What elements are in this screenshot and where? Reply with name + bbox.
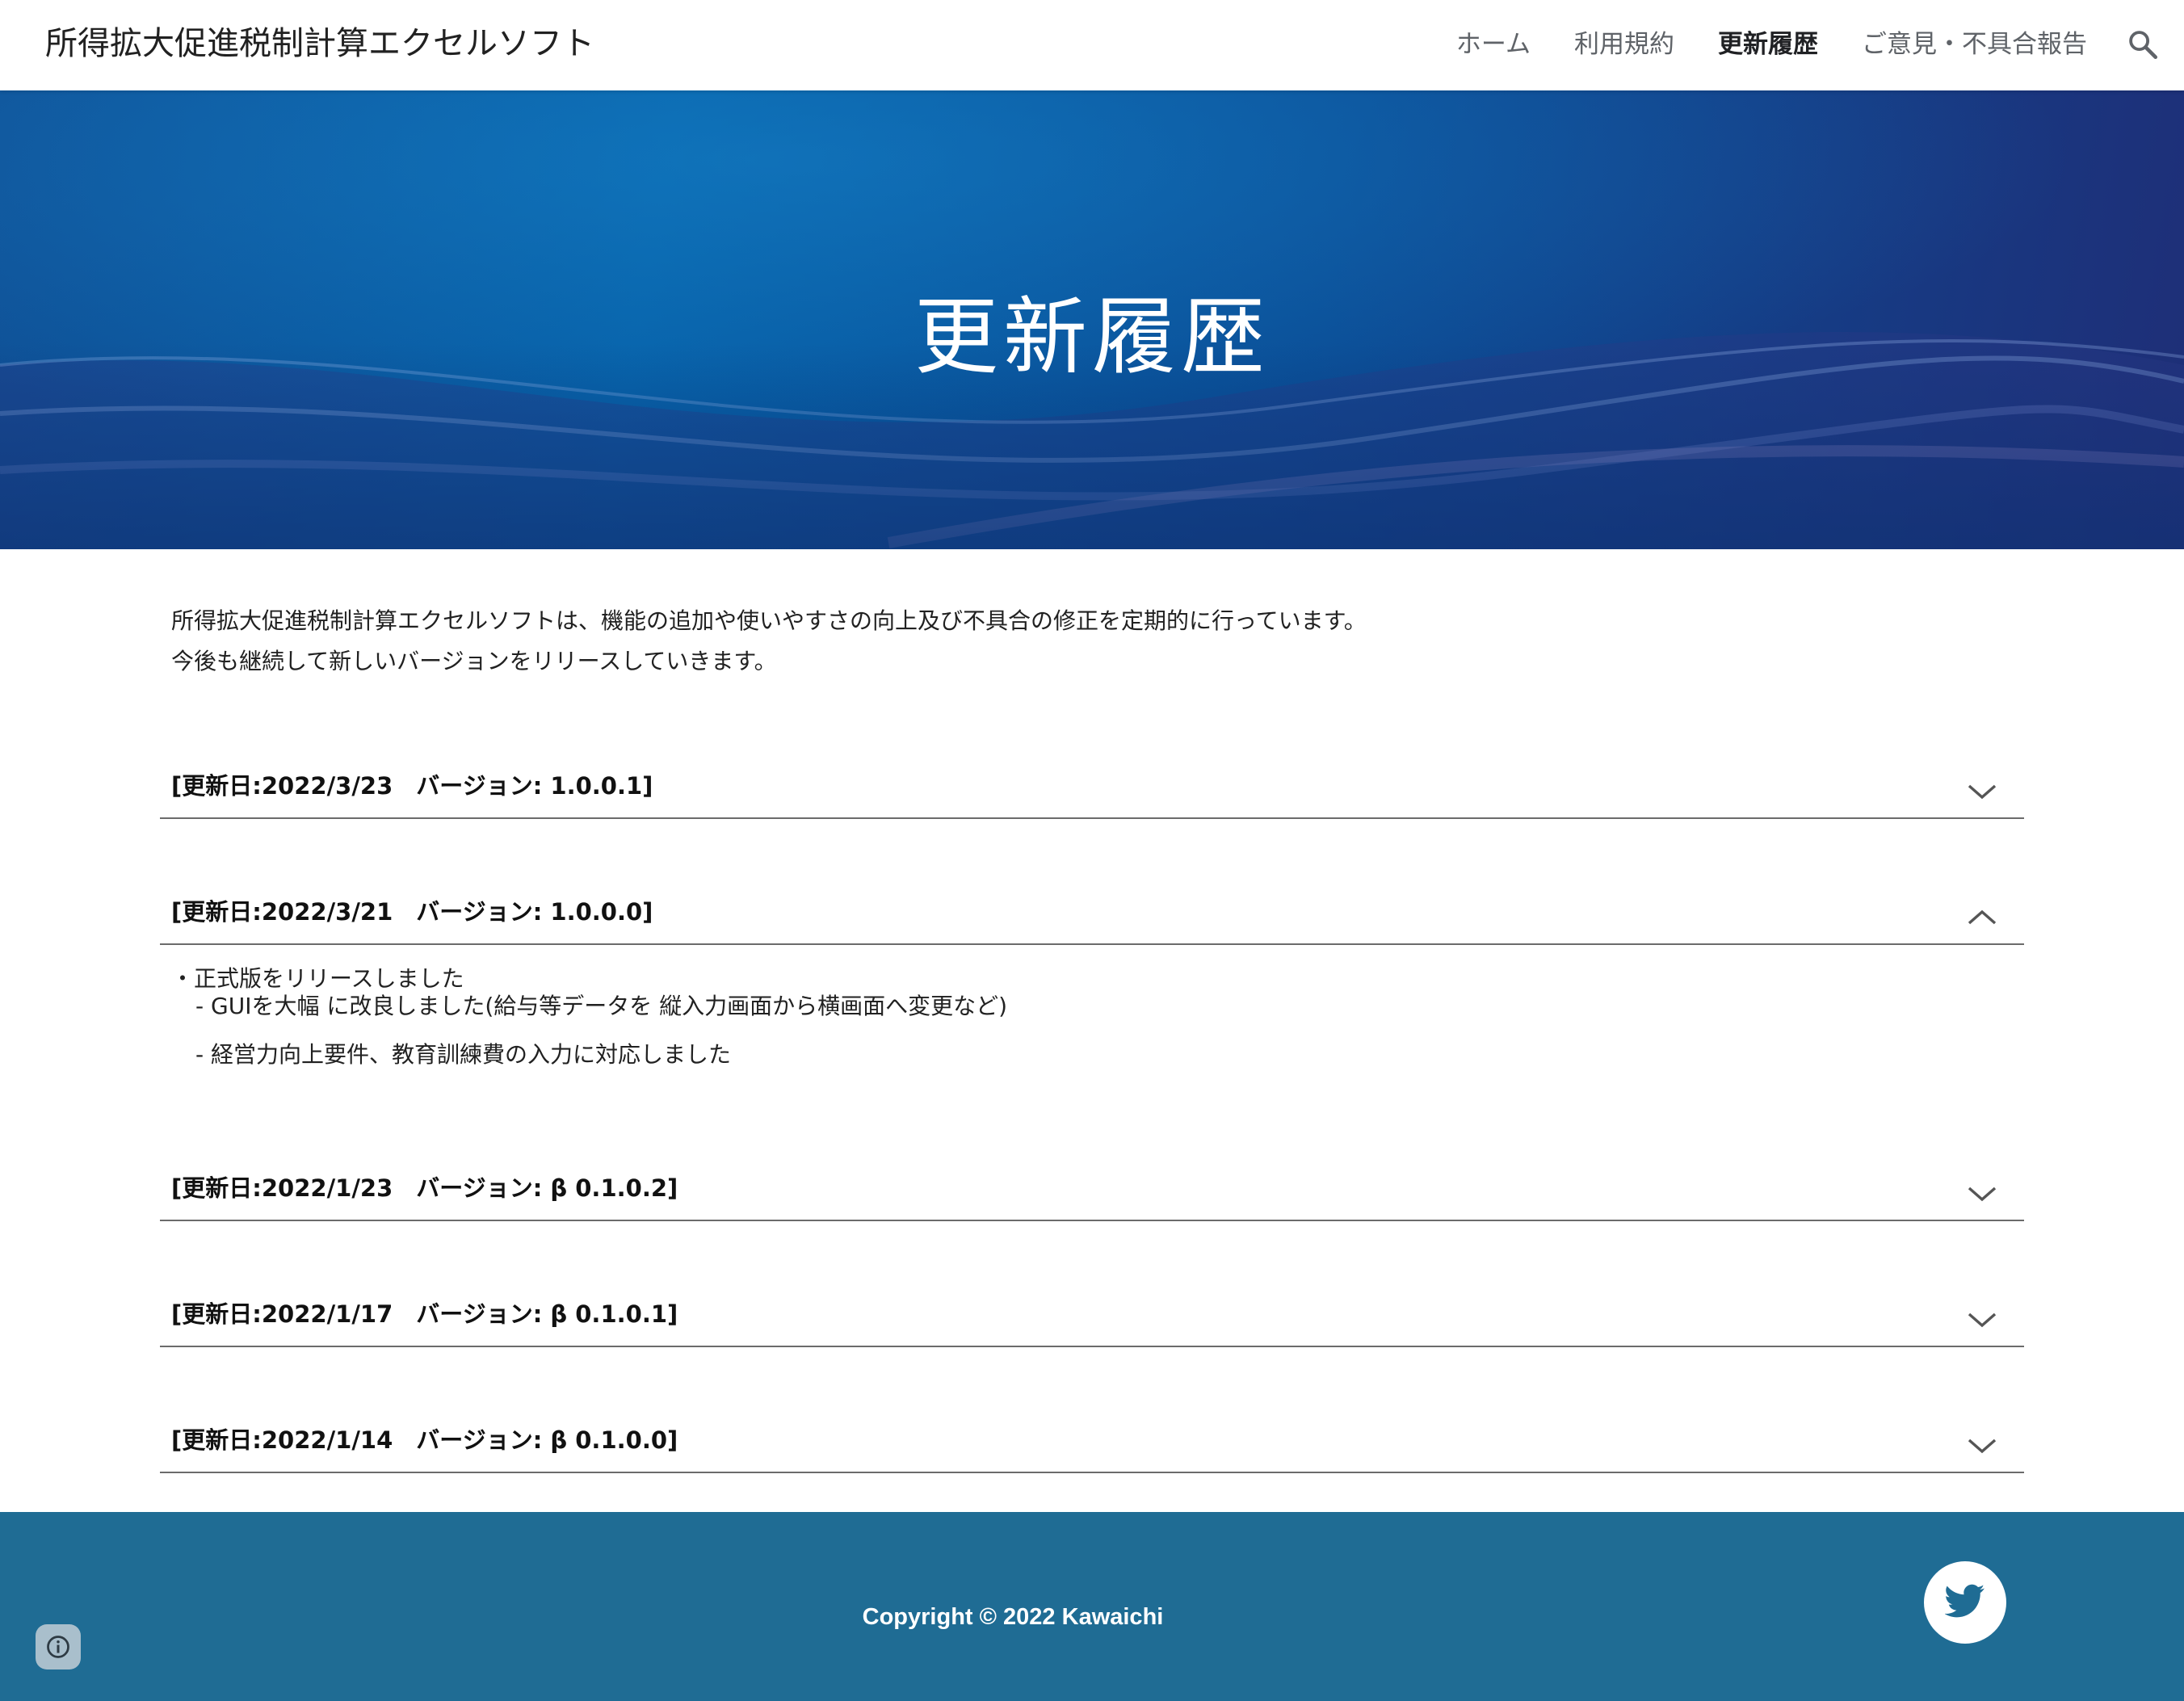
twitter-bird-icon xyxy=(1945,1584,1984,1618)
history-entry-header[interactable]: [更新日:2022/3/21 バージョン: 1.0.0.0] xyxy=(160,887,2024,945)
chevron-down-icon[interactable] xyxy=(1966,1433,1998,1457)
page-title: 更新履歴 xyxy=(914,288,1270,386)
intro-line-2: 今後も継続して新しいバージョンをリリースしていきます。 xyxy=(171,648,777,674)
site-title[interactable]: 所得拡大促進税制計算エクセルソフト xyxy=(45,21,594,66)
history-entry-title: [更新日:2022/3/21 バージョン: 1.0.0.0] xyxy=(171,898,653,926)
copyright-text: Copyright © 2022 Kawaichi xyxy=(862,1604,1164,1630)
nav-item-feedback[interactable]: ご意見・不具合報告 xyxy=(1862,24,2087,65)
release-note-item: - GUIを大幅 に改良しました(給与等データを 縦入力画面から横画面へ変更など… xyxy=(195,993,1008,1019)
top-navigation-bar: 所得拡大促進税制計算エクセルソフト ホーム 利用規約 更新履歴 ご意見・不具合報… xyxy=(0,0,2184,90)
history-entry-header[interactable]: [更新日:2022/1/17 バージョン: β 0.1.0.1] xyxy=(160,1289,2024,1347)
chevron-down-icon[interactable] xyxy=(1966,1181,1998,1205)
history-entry-title: [更新日:2022/1/23 バージョン: β 0.1.0.2] xyxy=(171,1174,678,1202)
history-entry-header[interactable]: [更新日:2022/1/14 バージョン: β 0.1.0.0] xyxy=(160,1415,2024,1473)
site-info-button[interactable] xyxy=(36,1624,81,1670)
chevron-down-icon[interactable] xyxy=(1966,1307,1998,1331)
hero-banner: 更新履歴 xyxy=(0,90,2184,549)
history-entry-title: [更新日:2022/3/23 バージョン: 1.0.0.1] xyxy=(171,772,653,800)
release-note-item: - 経営力向上要件、教育訓練費の入力に対応しました xyxy=(195,1041,732,1068)
intro-line-1: 所得拡大促進税制計算エクセルソフトは、機能の追加や使いやすさの向上及び不具合の修… xyxy=(171,607,1367,634)
history-entry-header[interactable]: [更新日:2022/3/23 バージョン: 1.0.0.1] xyxy=(160,761,2024,819)
history-entry-title: [更新日:2022/1/14 バージョン: β 0.1.0.0] xyxy=(171,1426,678,1454)
intro-text: 所得拡大促進税制計算エクセルソフトは、機能の追加や使いやすさの向上及び不具合の修… xyxy=(171,601,2029,682)
history-entry-header[interactable]: [更新日:2022/1/23 バージョン: β 0.1.0.2] xyxy=(160,1163,2024,1221)
search-icon[interactable] xyxy=(2126,27,2160,61)
chevron-up-icon[interactable] xyxy=(1966,905,1998,929)
nav-item-update-history[interactable]: 更新履歴 xyxy=(1718,24,1818,65)
history-entry-title: [更新日:2022/1/17 バージョン: β 0.1.0.1] xyxy=(171,1300,678,1328)
nav-item-terms[interactable]: 利用規約 xyxy=(1574,24,1674,65)
twitter-link-button[interactable] xyxy=(1924,1561,2006,1644)
nav-item-home[interactable]: ホーム xyxy=(1456,24,1531,65)
info-icon xyxy=(47,1636,69,1658)
main-nav: ホーム 利用規約 更新履歴 ご意見・不具合報告 xyxy=(1456,24,2087,65)
chevron-down-icon[interactable] xyxy=(1966,779,1998,803)
